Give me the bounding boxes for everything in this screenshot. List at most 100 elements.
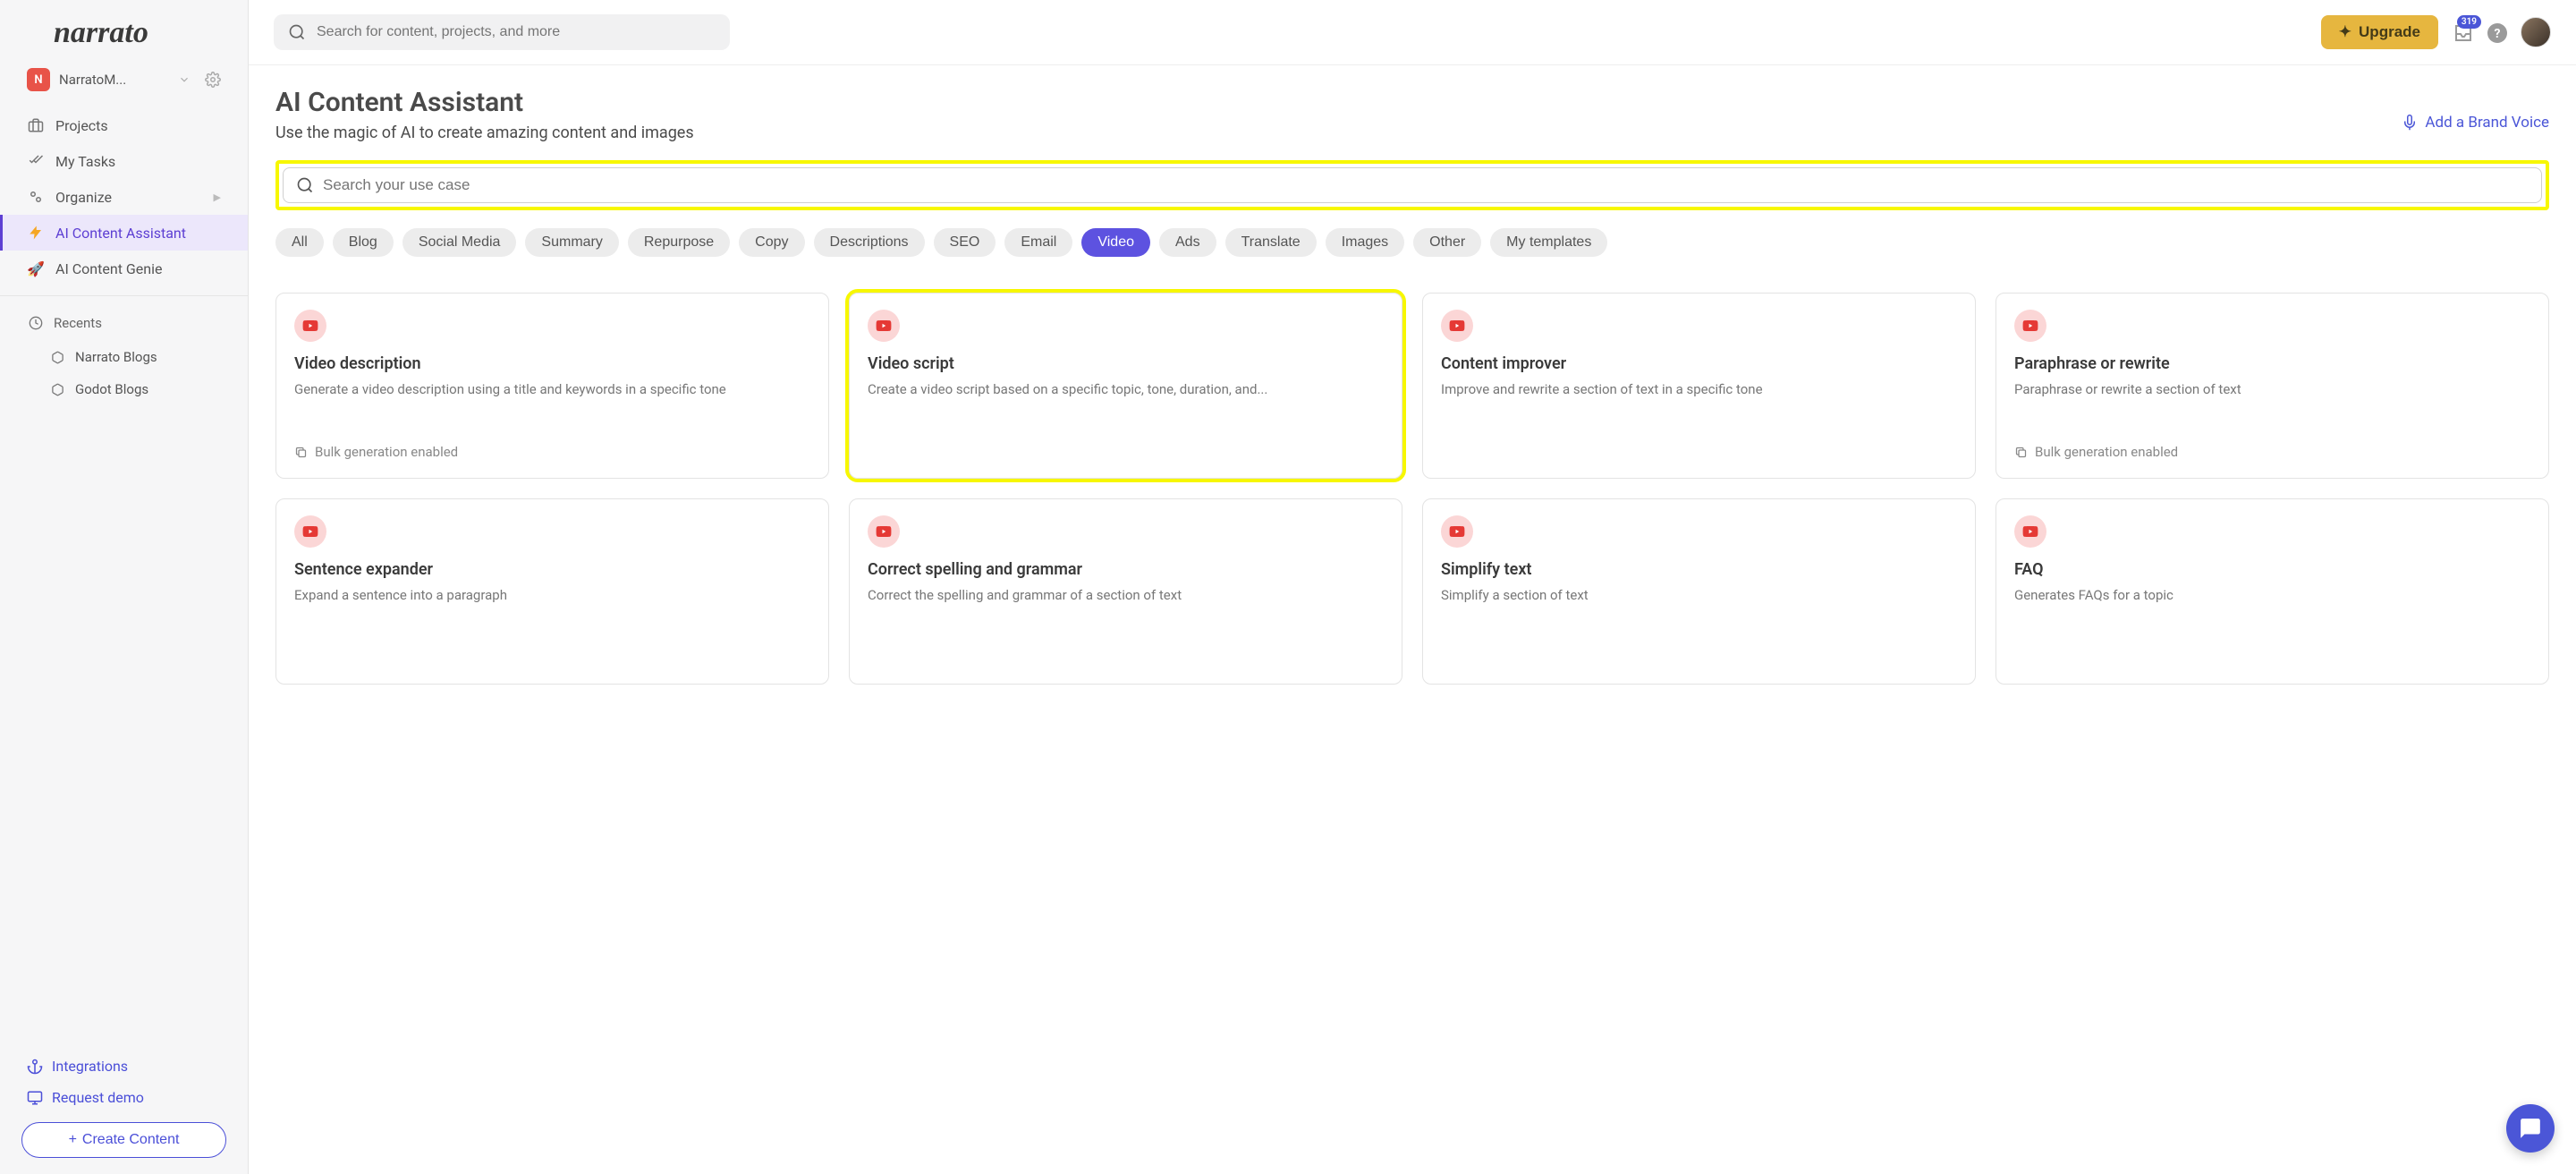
bulk-badge: Bulk generation enabled xyxy=(2014,444,2530,460)
youtube-icon xyxy=(1441,310,1473,342)
main: ✦ Upgrade 319 ? AI Content Assistant Use… xyxy=(249,0,2576,1174)
sidebar-item-ai-genie[interactable]: 🚀 AI Content Genie xyxy=(0,251,248,286)
template-card[interactable]: Video descriptionGenerate a video descri… xyxy=(275,293,829,479)
template-card[interactable]: FAQGenerates FAQs for a topic xyxy=(1996,498,2549,685)
chip-seo[interactable]: SEO xyxy=(934,228,996,257)
sidebar-footer: Integrations Request demo + Create Conte… xyxy=(0,1040,248,1174)
content: AI Content Assistant Use the magic of AI… xyxy=(249,65,2576,1174)
notification-badge: 319 xyxy=(2457,15,2481,29)
request-demo-link[interactable]: Request demo xyxy=(21,1082,226,1113)
template-cards: Video descriptionGenerate a video descri… xyxy=(275,293,2549,685)
search-icon xyxy=(288,23,306,41)
sidebar: narrato N NarratoM... Projects My Tasks xyxy=(0,0,249,1174)
create-content-button[interactable]: + Create Content xyxy=(21,1122,226,1158)
sparkle-icon: ✦ xyxy=(2339,23,2351,41)
add-brand-voice-link[interactable]: Add a Brand Voice xyxy=(2402,114,2549,132)
recent-item[interactable]: Narrato Blogs xyxy=(0,341,248,373)
template-card[interactable]: Correct spelling and grammarCorrect the … xyxy=(849,498,1402,685)
chip-social-media[interactable]: Social Media xyxy=(402,228,517,257)
chip-email[interactable]: Email xyxy=(1004,228,1072,257)
chip-ads[interactable]: Ads xyxy=(1159,228,1216,257)
cube-icon xyxy=(48,380,66,398)
category-chips: All Blog Social Media Summary Repurpose Copy D… xyxy=(275,228,2549,257)
brand-logo: narrato xyxy=(0,0,248,59)
svg-text:?: ? xyxy=(2495,27,2501,41)
cogs-icon xyxy=(27,188,45,206)
chip-my-templates[interactable]: My templates xyxy=(1490,228,1607,257)
clock-icon xyxy=(27,314,45,332)
use-case-search[interactable] xyxy=(283,167,2542,203)
search-icon xyxy=(296,176,314,194)
use-case-input[interactable] xyxy=(323,176,2529,194)
use-case-search-highlight xyxy=(275,160,2549,210)
chevron-right-icon: ▶ xyxy=(214,191,221,203)
gear-icon[interactable] xyxy=(205,72,221,88)
upgrade-button[interactable]: ✦ Upgrade xyxy=(2321,15,2438,49)
template-card[interactable]: Simplify text Simplify a section of text xyxy=(1422,498,1976,685)
card-desc: Generates FAQs for a topic xyxy=(2014,586,2530,666)
card-desc: Simplify a section of text xyxy=(1441,586,1957,666)
help-icon[interactable]: ? xyxy=(2487,22,2506,42)
youtube-icon xyxy=(2014,310,2046,342)
youtube-icon xyxy=(1441,515,1473,548)
card-title: Correct spelling and grammar xyxy=(868,560,1384,579)
template-card[interactable]: Paraphrase or rewrite Paraphrase or rewri… xyxy=(1996,293,2549,479)
template-card[interactable]: Sentence expander Expand a sentence into … xyxy=(275,498,829,685)
workspace-selector[interactable]: N NarratoM... xyxy=(0,59,248,100)
search-input[interactable] xyxy=(317,24,716,40)
topbar: ✦ Upgrade 319 ? xyxy=(249,0,2576,65)
sidebar-item-my-tasks[interactable]: My Tasks xyxy=(0,143,248,179)
card-title: Video script xyxy=(868,354,1384,373)
divider xyxy=(0,295,248,296)
sidebar-item-ai-assistant[interactable]: AI Content Assistant xyxy=(0,215,248,251)
bolt-icon xyxy=(27,224,45,242)
chip-repurpose[interactable]: Repurpose xyxy=(628,228,730,257)
chevron-down-icon[interactable] xyxy=(178,73,191,86)
card-desc: Create a video script based on a specifi… xyxy=(868,380,1384,460)
inbox-icon[interactable]: 319 xyxy=(2453,22,2472,42)
card-title: Simplify text xyxy=(1441,560,1957,579)
monitor-icon xyxy=(27,1090,43,1106)
sidebar-item-projects[interactable]: Projects xyxy=(0,107,248,143)
youtube-icon xyxy=(868,515,900,548)
chip-copy[interactable]: Copy xyxy=(739,228,804,257)
chip-all[interactable]: All xyxy=(275,228,324,257)
chip-translate[interactable]: Translate xyxy=(1225,228,1317,257)
plus-icon: + xyxy=(69,1132,77,1148)
briefcase-icon xyxy=(27,116,45,134)
chip-video[interactable]: Video xyxy=(1081,228,1150,257)
nav-label: AI Content Assistant xyxy=(55,225,186,242)
bulk-badge: Bulk generation enabled xyxy=(294,444,810,460)
page-subtitle: Use the magic of AI to create amazing co… xyxy=(275,123,694,142)
page-title: AI Content Assistant xyxy=(275,87,694,118)
template-card[interactable]: Video script Create a video script based … xyxy=(849,293,1402,479)
mic-icon xyxy=(2402,115,2418,131)
chat-fab[interactable] xyxy=(2506,1104,2555,1153)
card-desc: Expand a sentence into a paragraph xyxy=(294,586,810,666)
nav-label: My Tasks xyxy=(55,153,115,170)
youtube-icon xyxy=(868,310,900,342)
chip-other[interactable]: Other xyxy=(1413,228,1481,257)
card-desc: Generate a video description using a tit… xyxy=(294,380,810,433)
youtube-icon xyxy=(2014,515,2046,548)
card-title: Paraphrase or rewrite xyxy=(2014,354,2530,373)
recents-header: Recents xyxy=(0,305,248,341)
chip-descriptions[interactable]: Descriptions xyxy=(814,228,925,257)
integrations-link[interactable]: Integrations xyxy=(21,1051,226,1082)
chip-images[interactable]: Images xyxy=(1326,228,1404,257)
cube-icon xyxy=(48,348,66,366)
card-desc: Paraphrase or rewrite a section of text xyxy=(2014,380,2530,433)
youtube-icon xyxy=(294,515,326,548)
sidebar-item-organize[interactable]: Organize ▶ xyxy=(0,179,248,215)
global-search[interactable] xyxy=(274,14,730,50)
card-title: Sentence expander xyxy=(294,560,810,579)
check-icon xyxy=(27,152,45,170)
recent-item[interactable]: Godot Blogs xyxy=(0,373,248,405)
nav-label: AI Content Genie xyxy=(55,260,162,277)
card-desc: Improve and rewrite a section of text in… xyxy=(1441,380,1957,460)
chip-summary[interactable]: Summary xyxy=(525,228,618,257)
avatar[interactable] xyxy=(2521,17,2551,47)
chip-blog[interactable]: Blog xyxy=(333,228,394,257)
template-card[interactable]: Content improverImprove and rewrite a se… xyxy=(1422,293,1976,479)
rocket-icon: 🚀 xyxy=(27,259,45,277)
